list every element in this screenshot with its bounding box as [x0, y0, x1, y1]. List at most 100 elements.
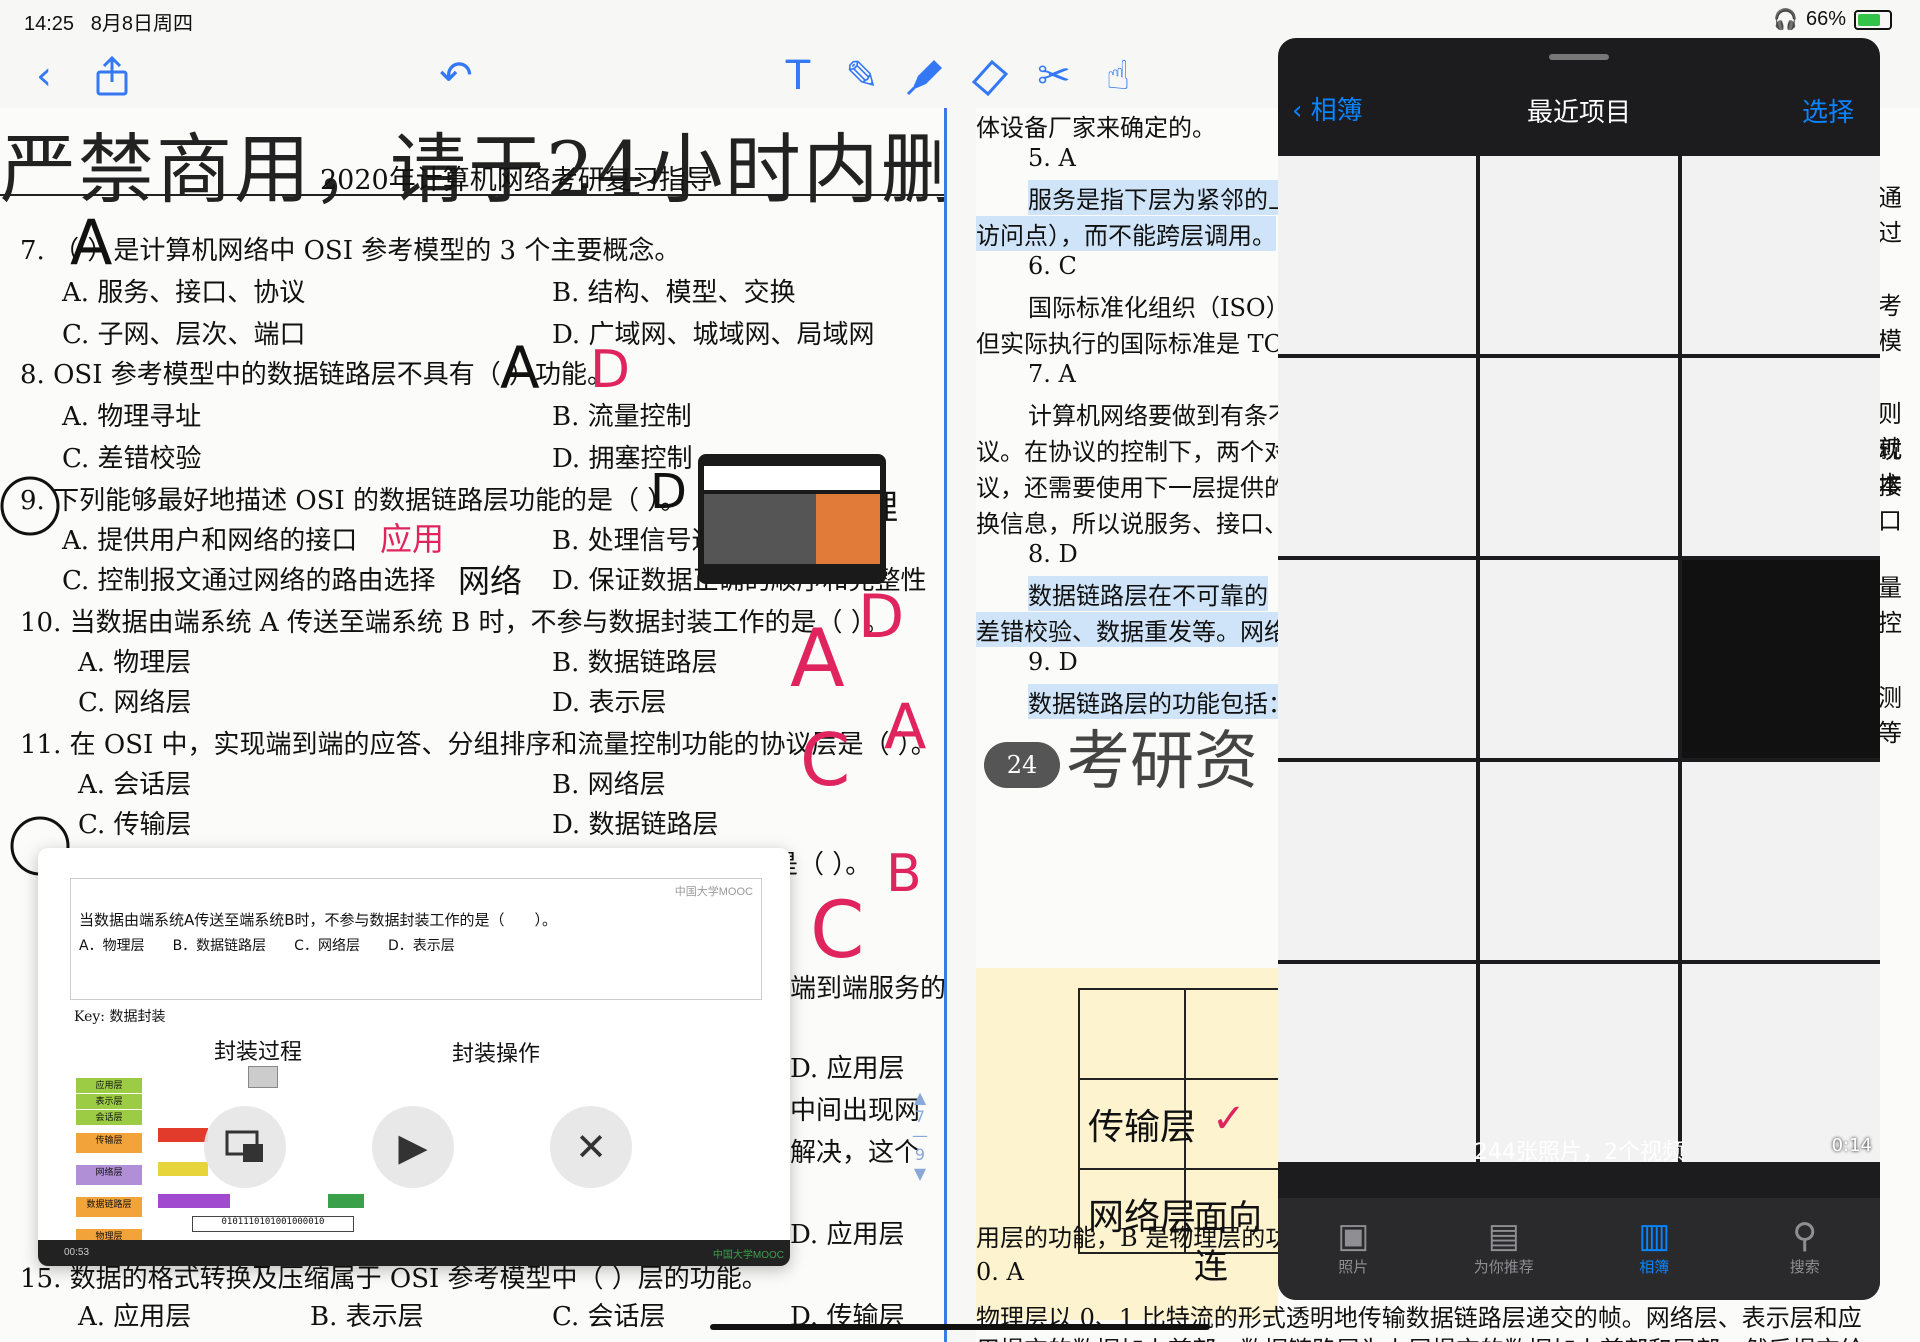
- status-bar: 14:25 8月8日周四 🎧 66%: [0, 0, 1920, 40]
- play-button[interactable]: ▶: [372, 1106, 454, 1188]
- video-question-box: 中国大学MOOC 当数据由端系统A传送至端系统B时，不参与数据封装工作的是（ ）…: [70, 878, 762, 1000]
- picture-in-picture-video[interactable]: 中国大学MOOC 当数据由端系统A传送至端系统B时，不参与数据封装工作的是（ ）…: [38, 848, 790, 1266]
- close-video-button[interactable]: ✕: [550, 1106, 632, 1188]
- layer-transport: 传输层: [76, 1133, 142, 1153]
- answer-line-18: 用层的功能，B 是物理层的功能: [976, 1224, 1314, 1252]
- tab-search[interactable]: ⚲ 搜索: [1730, 1198, 1881, 1300]
- albums-back-button[interactable]: ‹ 相簿: [1292, 90, 1363, 127]
- handwritten-q10-d: D: [858, 582, 905, 652]
- handwritten-q8-d: D: [590, 340, 631, 400]
- photos-tab-bar: ▣ 照片 ▤ 为你推荐 ▥ 相簿 ⚲ 搜索: [1278, 1198, 1880, 1300]
- photo-thumbnail[interactable]: [1278, 560, 1476, 758]
- tab-albums[interactable]: ▥ 相簿: [1579, 1198, 1730, 1300]
- handwritten-answer-q10: A: [790, 612, 845, 705]
- page-total: 9: [914, 1145, 926, 1164]
- pen-icon[interactable]: ✎: [838, 52, 886, 100]
- answer-10-explanation-2: 用提交的数据加上首部，数据链路层为上层提交的数据加上首部和尾部，然后提交给: [976, 1330, 1864, 1342]
- highlighter-icon[interactable]: [902, 52, 950, 100]
- photo-thumbnail[interactable]: [1682, 560, 1880, 758]
- edge-text-1: 通过: [1878, 184, 1902, 247]
- page-up-icon[interactable]: ▲: [912, 1088, 928, 1107]
- tab-photos[interactable]: ▣ 照片: [1278, 1198, 1429, 1300]
- photo-thumbnail[interactable]: [1480, 358, 1678, 556]
- q10-option-d: D. 表示层: [552, 688, 667, 718]
- photo-thumbnail[interactable]: [1480, 964, 1678, 1162]
- video-question: 当数据由端系统A传送至端系统B时，不参与数据封装工作的是（ ）。: [79, 911, 558, 929]
- photo-thumbnail[interactable]: [1682, 358, 1880, 556]
- text-tool-icon[interactable]: T: [774, 52, 822, 100]
- toolbar: ‹ ↶ T ✎ ✂ ☝: [0, 40, 1280, 110]
- mac-header-block: [158, 1194, 230, 1208]
- photo-thumbnail[interactable]: [1682, 156, 1880, 354]
- q7-option-c: C. 子网、层次、端口: [62, 320, 306, 350]
- layer-presentation: 表示层: [76, 1094, 142, 1109]
- circle-mark-q9: [0, 476, 60, 536]
- photo-thumbnail[interactable]: [1682, 762, 1880, 960]
- select-button[interactable]: 选择: [1802, 92, 1854, 129]
- page-indicator[interactable]: ▲ 7 — 9 ▼: [912, 1088, 928, 1183]
- back-icon[interactable]: ‹: [20, 52, 68, 100]
- q14-tail-1: 中间出现网: [790, 1096, 921, 1126]
- question-7: 7. （ ）是计算机网络中 OSI 参考模型的 3 个主要概念。: [20, 236, 681, 266]
- embedded-slide-thumbnail[interactable]: [698, 454, 886, 584]
- osi-layer-stack: 应用层 表示层 会话层 传输层 网络层 数据链路层 物理层: [76, 1078, 142, 1249]
- undo-icon[interactable]: ↶: [432, 52, 480, 100]
- photo-thumbnail[interactable]: [1278, 358, 1476, 556]
- q10-option-a: A. 物理层: [78, 648, 192, 678]
- q10-option-b: B. 数据链路层: [552, 648, 718, 678]
- for-you-icon: ▤: [1487, 1216, 1520, 1256]
- photos-slide-over[interactable]: ‹ 相簿 最近项目 选择 0:14 244张照片，2个视频 ▣ 照片 ▤ 为你推…: [1278, 38, 1880, 1300]
- computer-icon: [248, 1066, 278, 1088]
- check-mark-icon: ✓: [1212, 1096, 1246, 1142]
- tcp-header-block: [158, 1128, 208, 1142]
- tab-for-you[interactable]: ▤ 为你推荐: [1429, 1198, 1580, 1300]
- q15-option-c: C. 会话层: [552, 1302, 666, 1332]
- answer-5-explanation-2: 访问点），而不能跨层调用。: [976, 216, 1276, 251]
- handwritten-answer-q12: C: [810, 886, 865, 976]
- photo-thumbnail[interactable]: [1278, 762, 1476, 960]
- q11-option-d: D. 数据链路层: [552, 810, 719, 840]
- layer-session: 会话层: [76, 1110, 142, 1125]
- video-left-title: 封装过程: [214, 1040, 303, 1065]
- scissors-icon[interactable]: ✂: [1030, 52, 1078, 100]
- video-options: A．物理层 B．数据链路层 C．网络层 D．表示层: [79, 938, 455, 954]
- hand-icon[interactable]: ☝: [1094, 52, 1142, 100]
- q8-option-c: C. 差错校验: [62, 444, 202, 474]
- photo-grid: 0:14: [1278, 156, 1880, 1162]
- q11-option-a: A. 会话层: [78, 770, 192, 800]
- answer-6: 6. C: [1028, 252, 1077, 280]
- edge-text-2: 考模: [1878, 292, 1902, 355]
- photos-icon: ▣: [1337, 1216, 1370, 1256]
- answer-8-explanation: 数据链路层在不可靠的: [1028, 576, 1268, 611]
- handwritten-answer-q7: A: [70, 206, 113, 279]
- video-thumbnail[interactable]: 0:14: [1682, 964, 1880, 1162]
- photo-count: 244张照片，2个视频: [1474, 1140, 1684, 1165]
- share-icon[interactable]: [88, 52, 136, 100]
- layer-application: 应用层: [76, 1078, 142, 1093]
- photos-nav-bar: ‹ 相簿 最近项目 选择: [1278, 84, 1880, 134]
- photo-thumbnail[interactable]: [1480, 156, 1678, 354]
- edge-text-6: 量控: [1878, 574, 1902, 637]
- q8-option-b: B. 流量控制: [552, 402, 692, 432]
- q14-option-d: D. 应用层: [790, 1054, 905, 1084]
- answer-7-explanation: 计算机网络要做到有条不: [1028, 402, 1292, 430]
- photo-thumbnail[interactable]: [1480, 762, 1678, 960]
- photo-thumbnail[interactable]: [1278, 964, 1476, 1162]
- handwritten-q12-b: B: [886, 844, 922, 904]
- video-controls-bar[interactable]: 00:53 中国大学MOOC: [38, 1240, 790, 1266]
- video-watermark: 中国大学MOOC: [674, 886, 753, 898]
- search-icon: ⚲: [1792, 1216, 1818, 1256]
- battery-icon: [1854, 9, 1892, 30]
- page-down-icon[interactable]: ▼: [912, 1164, 928, 1183]
- layer-network: 网络层: [76, 1165, 142, 1185]
- eraser-icon[interactable]: [966, 52, 1014, 100]
- answer-line-1: 体设备厂家来确定的。: [976, 114, 1216, 142]
- photo-thumbnail[interactable]: [1480, 560, 1678, 758]
- video-brand: 中国大学MOOC: [712, 1250, 784, 1261]
- photo-thumbnail[interactable]: [1278, 156, 1476, 354]
- exit-pip-button[interactable]: [204, 1106, 286, 1188]
- q15-option-b: B. 表示层: [310, 1302, 424, 1332]
- slide-over-handle[interactable]: [1549, 54, 1609, 60]
- answer-6-explanation-2: 但实际执行的国际标准是 TC: [976, 330, 1282, 358]
- home-indicator[interactable]: [710, 1324, 1210, 1330]
